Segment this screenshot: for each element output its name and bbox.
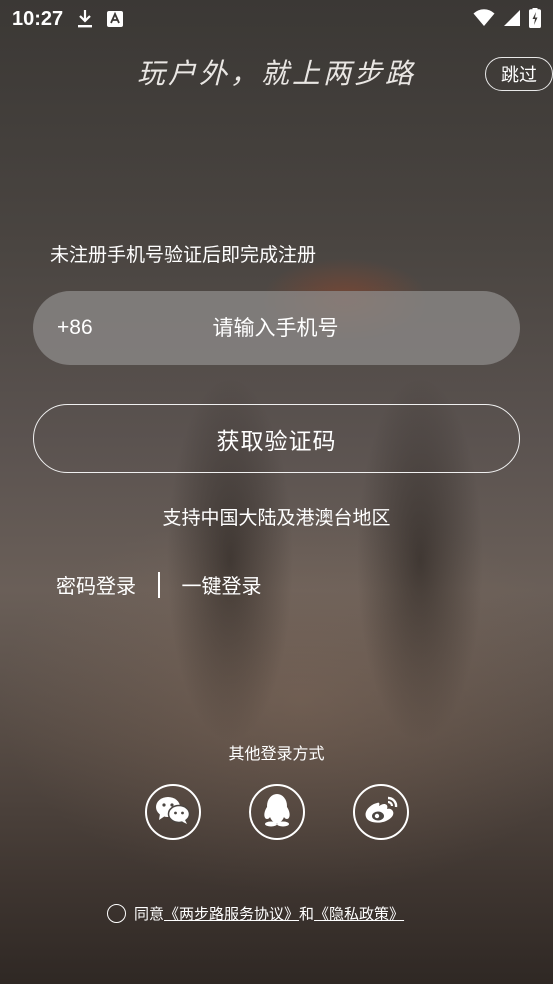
- country-code[interactable]: +86: [57, 291, 93, 365]
- weibo-login-button[interactable]: [353, 784, 409, 840]
- wechat-icon: [155, 795, 191, 829]
- get-code-button[interactable]: 获取验证码: [33, 404, 520, 473]
- one-click-login-link[interactable]: 一键登录: [182, 570, 262, 599]
- status-bar: 10:27: [0, 0, 553, 38]
- agreement-prefix: 同意: [134, 904, 165, 923]
- divider: [158, 571, 160, 598]
- register-hint: 未注册手机号验证后即完成注册: [50, 244, 317, 266]
- qq-login-button[interactable]: [249, 784, 305, 840]
- other-login-title: 其他登录方式: [228, 744, 325, 763]
- wifi-icon: [473, 9, 495, 31]
- status-time: 10:27: [12, 7, 64, 30]
- password-login-link[interactable]: 密码登录: [56, 570, 136, 599]
- agreement-row: 同意 《两步路服务协议》 和 《隐私政策》: [107, 901, 404, 925]
- slogan: 玩户外，就上两步路: [136, 57, 416, 90]
- skip-button[interactable]: 跳过: [485, 57, 553, 91]
- weibo-icon: [363, 795, 399, 829]
- wechat-login-button[interactable]: [145, 784, 201, 840]
- qq-icon: [262, 793, 292, 831]
- service-agreement-link[interactable]: 《两步路服务协议》: [164, 903, 299, 924]
- font-icon: [107, 11, 124, 27]
- agree-radio[interactable]: [107, 903, 126, 923]
- signal-icon: [503, 9, 521, 31]
- privacy-policy-link[interactable]: 《隐私政策》: [314, 903, 404, 924]
- support-region-text: 支持中国大陆及港澳台地区: [162, 507, 391, 529]
- agreement-conjunction: 和: [299, 904, 315, 923]
- battery-charging-icon: [529, 8, 541, 32]
- phone-input[interactable]: [153, 291, 398, 365]
- social-login-row: [0, 784, 553, 840]
- alt-login-options: 密码登录 一键登录: [56, 570, 262, 599]
- phone-field[interactable]: +86: [33, 291, 520, 365]
- download-icon: [77, 9, 93, 29]
